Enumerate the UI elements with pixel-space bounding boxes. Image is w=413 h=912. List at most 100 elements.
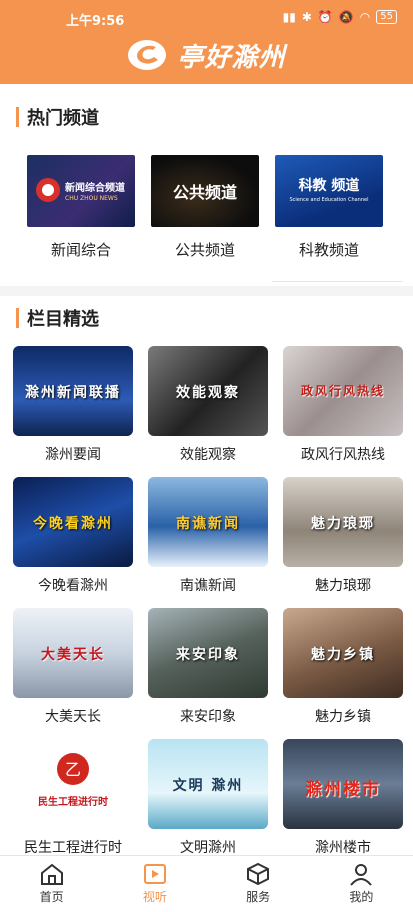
nav-home-label: 首页 xyxy=(39,890,64,904)
program-thumb-text: 魅力乡镇 xyxy=(311,647,375,663)
hot-label-news: 新闻综合 xyxy=(50,241,111,259)
program-item[interactable]: 效能观察 效能观察 xyxy=(148,346,268,477)
app-header: 上午9:56 ▮▮ ✱ ⏰ 🔕 ◠ 55 亭好滁州 xyxy=(0,0,413,84)
app-title: 亭好滁州 xyxy=(177,42,286,73)
program-thumb-text: 来安印象 xyxy=(176,647,240,663)
program-thumb-text: 滁州新闻联播 xyxy=(25,385,121,401)
program-thumb-text: 政风行风热线 xyxy=(300,384,385,398)
nav-profile[interactable]: 我的 xyxy=(310,856,413,912)
program-thumb: 大美天长 xyxy=(13,608,133,698)
brand: 亭好滁州 xyxy=(0,34,413,76)
nav-media[interactable]: 视听 xyxy=(103,856,206,912)
hot-thumb-public: 公共频道 xyxy=(151,155,259,227)
program-item[interactable]: 乙 民生工程进行时 民生工程进行时 xyxy=(13,739,133,870)
program-item[interactable]: 南谯新闻 南谯新闻 xyxy=(148,477,268,608)
divider-line xyxy=(272,281,402,282)
battery-icon: 55 xyxy=(376,10,397,24)
hot-channel-news[interactable]: 新闻综合频道 CHU ZHOU NEWS 新闻综合 xyxy=(27,155,135,260)
program-thumb: 来安印象 xyxy=(148,608,268,698)
program-thumb-text: 大美天长 xyxy=(41,647,105,663)
program-thumb: 滁州新闻联播 xyxy=(13,346,133,436)
program-thumb-text: 文明 滁州 xyxy=(172,778,244,794)
nav-home[interactable]: 首页 xyxy=(0,856,103,912)
program-thumb-text: 今晚看滁州 xyxy=(33,516,113,532)
program-item[interactable]: 来安印象 来安印象 xyxy=(148,608,268,739)
program-thumb: 乙 民生工程进行时 xyxy=(13,739,133,829)
program-thumb: 效能观察 xyxy=(148,346,268,436)
hot-thumb-science: 科教 频道 Science and Education Channel xyxy=(275,155,383,227)
hot-label-public: 公共频道 xyxy=(174,241,235,259)
program-label: 滁州楼市 xyxy=(315,840,371,856)
alarm-icon: ⏰ xyxy=(317,10,333,24)
status-time: 上午9:56 xyxy=(66,14,125,29)
program-label: 大美天长 xyxy=(45,709,101,725)
seal-icon: 乙 xyxy=(57,753,89,785)
program-label: 政风行风热线 xyxy=(301,447,385,463)
play-icon xyxy=(143,864,166,884)
hot-section-title: 热门频道 xyxy=(16,104,99,130)
columns-section-title: 栏目精选 xyxy=(16,305,99,331)
status-bar: 上午9:56 ▮▮ ✱ ⏰ 🔕 ◠ 55 xyxy=(0,10,413,29)
program-label: 今晚看滁州 xyxy=(38,578,108,594)
program-item[interactable]: 今晚看滁州 今晚看滁州 xyxy=(13,477,133,608)
hot-thumb-science-text: 科教 频道 xyxy=(298,178,360,194)
hot-channel-science[interactable]: 科教 频道 Science and Education Channel 科教频道 xyxy=(275,155,383,260)
program-item[interactable]: 文明 滁州 文明滁州 xyxy=(148,739,268,870)
program-thumb-text: 魅力琅琊 xyxy=(311,516,375,532)
program-thumb: 今晚看滁州 xyxy=(13,477,133,567)
bottom-nav: 首页 视听 服务 我的 xyxy=(0,855,413,912)
nav-service[interactable]: 服务 xyxy=(207,856,310,912)
program-item[interactable]: 魅力乡镇 魅力乡镇 xyxy=(283,608,403,739)
mute-icon: 🔕 xyxy=(338,10,354,24)
program-item[interactable]: 滁州楼市 滁州楼市 xyxy=(283,739,403,870)
program-item[interactable]: 滁州新闻联播 滁州要闻 xyxy=(13,346,133,477)
nav-profile-label: 我的 xyxy=(349,890,374,904)
bluetooth-icon: ✱ xyxy=(301,10,312,24)
title-accent-bar xyxy=(16,308,19,328)
program-label: 文明滁州 xyxy=(180,840,236,856)
program-grid: 滁州新闻联播 滁州要闻 效能观察 效能观察 政风行风热线 政风行风热线 今晚看滁… xyxy=(13,346,405,870)
program-item[interactable]: 政风行风热线 政风行风热线 xyxy=(283,346,403,477)
hot-channel-public[interactable]: 公共频道 公共频道 xyxy=(151,155,259,260)
user-icon xyxy=(350,864,373,886)
program-thumb: 文明 滁州 xyxy=(148,739,268,829)
program-label: 南谯新闻 xyxy=(180,578,236,594)
program-thumb-text: 效能观察 xyxy=(176,385,240,401)
app-root: 上午9:56 ▮▮ ✱ ⏰ 🔕 ◠ 55 亭好滁州 热门频道 新闻综合频道 CH… xyxy=(0,0,413,912)
program-thumb: 南谯新闻 xyxy=(148,477,268,567)
program-thumb-text: 民生工程进行时 xyxy=(38,797,108,808)
hot-channel-list: 新闻综合频道 CHU ZHOU NEWS 新闻综合 公共频道 公共频道 科教 频… xyxy=(27,155,387,260)
wifi-icon: ◠ xyxy=(359,10,371,24)
columns-title-text: 栏目精选 xyxy=(27,309,99,330)
nav-service-label: 服务 xyxy=(246,890,271,904)
program-thumb: 滁州楼市 xyxy=(283,739,403,829)
program-thumb-text: 滁州楼市 xyxy=(305,780,381,800)
hot-label-science: 科教频道 xyxy=(298,241,359,259)
hot-thumb-science-sub: Science and Education Channel xyxy=(289,197,369,203)
nav-media-label: 视听 xyxy=(142,890,167,904)
cube-icon xyxy=(247,862,270,886)
program-item[interactable]: 大美天长 大美天长 xyxy=(13,608,133,739)
program-item[interactable]: 魅力琅琊 魅力琅琊 xyxy=(283,477,403,608)
home-icon xyxy=(40,863,63,885)
svg-text:乙: 乙 xyxy=(65,760,81,779)
program-label: 滁州要闻 xyxy=(45,447,101,463)
program-thumb: 政风行风热线 xyxy=(283,346,403,436)
program-thumb: 魅力乡镇 xyxy=(283,608,403,698)
program-thumb-text: 南谯新闻 xyxy=(176,516,240,532)
program-thumb: 魅力琅琊 xyxy=(283,477,403,567)
status-icons: ▮▮ ✱ ⏰ 🔕 ◠ 55 xyxy=(283,10,397,24)
hot-title-text: 热门频道 xyxy=(27,108,99,129)
title-accent-bar xyxy=(16,107,19,127)
program-label: 效能观察 xyxy=(180,447,236,463)
hot-thumb-public-text: 公共频道 xyxy=(172,183,237,202)
section-divider xyxy=(0,286,413,296)
hot-thumb-news: 新闻综合频道 CHU ZHOU NEWS xyxy=(27,155,135,227)
hot-thumb-news-text: 新闻综合频道 xyxy=(65,183,125,194)
program-label: 来安印象 xyxy=(180,709,236,725)
program-label: 魅力琅琊 xyxy=(315,578,371,594)
program-label: 民生工程进行时 xyxy=(24,840,122,856)
logo-icon xyxy=(128,40,167,70)
program-label: 魅力乡镇 xyxy=(315,709,371,725)
signal-icon: ▮▮ xyxy=(282,10,296,24)
